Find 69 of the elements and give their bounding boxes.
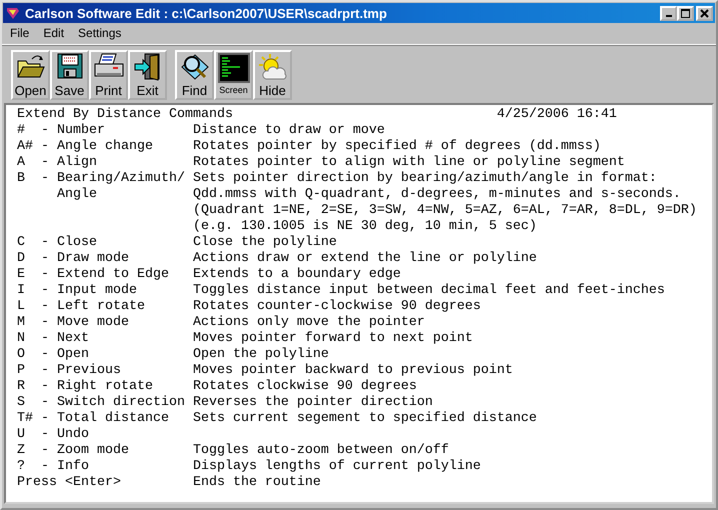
- printer-icon: [94, 53, 124, 79]
- command-key: Z - Zoom mode: [17, 443, 129, 458]
- command-key: U - Undo: [17, 427, 89, 442]
- command-description: Reverses the pointer direction: [192, 395, 433, 411]
- command-description: Actions only move the pointer: [192, 315, 425, 331]
- command-description: Moves pointer forward to next point: [192, 331, 473, 347]
- toolbar-button[interactable]: Hide: [253, 50, 292, 100]
- report-text-area[interactable]: [4, 103, 714, 504]
- command-key: M - Move mode: [17, 315, 129, 330]
- command-description: Distance to draw or move: [192, 123, 385, 139]
- menu-item[interactable]: File: [10, 26, 30, 40]
- folder-icon: [16, 53, 46, 79]
- command-key: N - Next: [17, 331, 89, 346]
- command-key: Angle: [17, 187, 97, 202]
- command-description: Sets current segement to specified distance: [192, 411, 537, 427]
- command-description: Extends to a boundary edge: [192, 267, 401, 283]
- toolbar-button[interactable]: Find: [175, 50, 214, 100]
- command-key: ? - Info: [17, 459, 89, 474]
- command-key: R - Right rotate: [17, 379, 153, 394]
- command-key: P - Previous: [17, 363, 121, 378]
- command-key: C - Close: [17, 235, 97, 250]
- command-description: Toggles distance input between decimal feet and feet-inches: [192, 283, 665, 299]
- command-description: Open the polyline: [192, 347, 329, 363]
- toolbar-button[interactable]: Open: [11, 50, 50, 100]
- command-key: T# - Total distance: [17, 411, 169, 426]
- command-key: A - Align: [17, 155, 97, 170]
- maximize-button[interactable]: [677, 6, 694, 20]
- command-description: Moves pointer backward to previous point: [192, 363, 513, 379]
- close-button[interactable]: [696, 6, 713, 20]
- command-key: I - Input mode: [17, 283, 137, 298]
- command-key: A# - Angle change: [17, 139, 153, 154]
- window-title: Carlson Software Edit : c:\Carlson2007\USER\scadrprt.tmp: [25, 6, 387, 20]
- command-description: Toggles auto-zoom between on/off: [192, 443, 449, 459]
- minimize-button[interactable]: [660, 6, 677, 20]
- command-key: L - Left rotate: [17, 299, 145, 314]
- app-icon: [5, 5, 21, 21]
- command-description: Close the polyline: [192, 235, 337, 251]
- command-description: Actions draw or extend the line or polyline: [192, 251, 537, 267]
- magnifier-icon: [180, 53, 210, 81]
- menu-item[interactable]: Edit: [43, 26, 64, 40]
- toolbar-button[interactable]: Exit: [128, 50, 167, 100]
- command-key: O - Open: [17, 347, 89, 362]
- toolbar-button[interactable]: Screen: [214, 50, 253, 100]
- command-description: Rotates pointer by specified # of degrees (dd.mmss): [192, 139, 601, 155]
- terminal-screen-icon: [218, 53, 250, 83]
- command-description: (e.g. 130.1005 is NE 30 deg, 10 min, 5 sec): [192, 219, 537, 235]
- report-heading: Extend By Distance Commands: [17, 107, 234, 123]
- maximize-icon: [681, 8, 690, 18]
- sun-cloud-icon: [258, 53, 288, 81]
- menu-item[interactable]: Settings: [78, 26, 122, 40]
- command-description: (Quadrant 1=NE, 2=SE, 3=SW, 4=NW, 5=AZ, 6=AL, 7=AR, 8=DL, 9=DR): [192, 203, 697, 219]
- command-key: Press <Enter>: [17, 475, 121, 490]
- toolbar-button[interactable]: Print: [89, 50, 128, 100]
- close-icon: [700, 8, 709, 18]
- command-description: Rotates pointer to align with line or polyline segment: [192, 155, 625, 171]
- command-description: Qdd.mmss with Q-quadrant, d-degrees, m-minutes and s-seconds.: [192, 187, 681, 203]
- command-key: # - Number: [17, 123, 105, 138]
- command-key: D - Draw mode: [17, 251, 129, 266]
- door-exit-icon: [132, 53, 162, 81]
- command-description: Sets pointer direction by bearing/azimuth/angle in format:: [192, 171, 657, 187]
- command-description: Displays lengths of current polyline: [192, 459, 481, 475]
- command-description: Rotates counter-clockwise 90 degrees: [192, 299, 481, 315]
- command-key: B - Bearing/Azimuth/: [17, 171, 185, 186]
- toolbar-button[interactable]: Save: [50, 50, 89, 100]
- command-description: Rotates clockwise 90 degrees: [192, 379, 417, 395]
- command-key: E - Extend to Edge: [17, 267, 169, 282]
- command-key: S - Switch direction: [17, 395, 185, 410]
- command-description: Ends the routine: [192, 475, 321, 491]
- report-timestamp: 4/25/2006 16:41: [496, 107, 617, 123]
